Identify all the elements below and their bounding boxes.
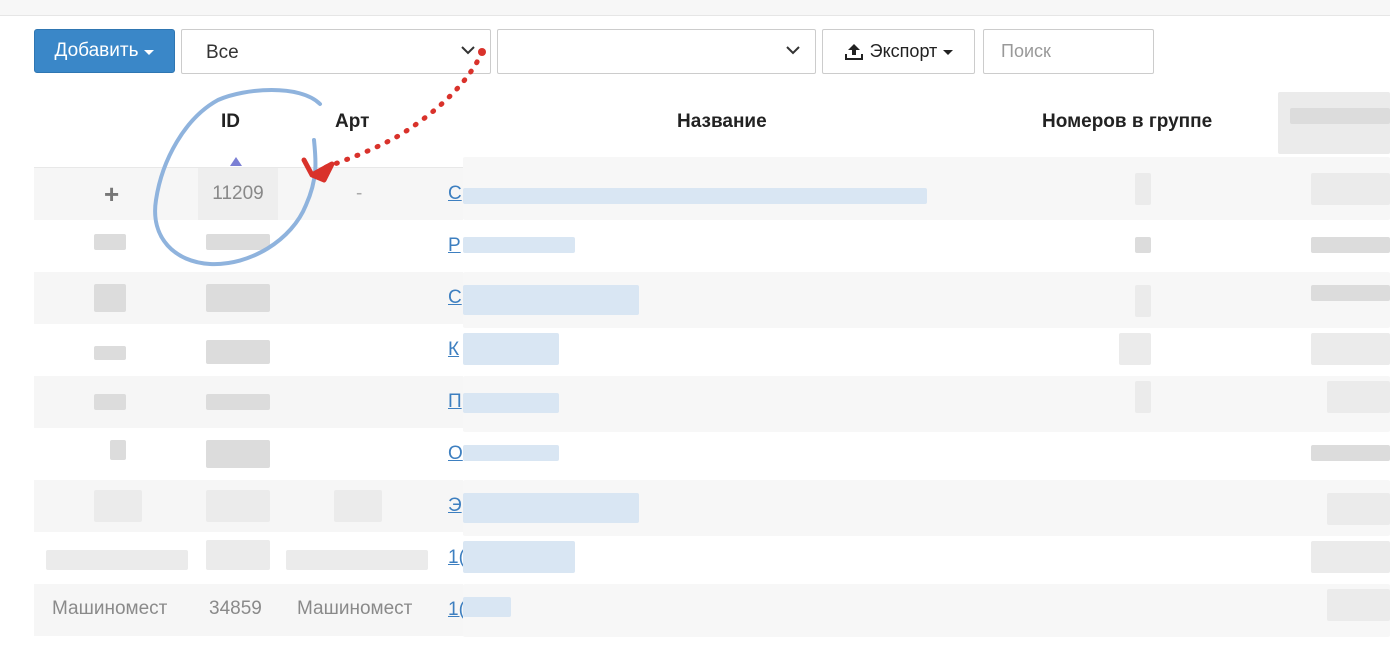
sort-asc-icon [230,157,242,166]
upload-icon [844,43,863,60]
add-button[interactable]: Добавить [34,29,175,73]
row-name-link[interactable]: С [448,272,462,324]
row-name-link[interactable]: С [448,168,462,220]
caret-down-icon [943,50,954,55]
blurred-cell [206,234,270,250]
last-row-col1: Машиномест [52,598,168,619]
row-name-link[interactable]: Э [448,480,462,532]
plus-icon[interactable]: + [104,168,119,220]
export-button[interactable]: Экспорт [822,29,975,74]
chevron-down-icon [461,46,475,55]
last-row-art: Машиномест [297,598,413,619]
blurred-cell [110,440,126,460]
blurred-cell [94,394,126,410]
caret-down-icon [144,49,155,55]
blurred-cell [334,490,382,522]
blurred-cell [286,550,428,570]
search-input[interactable] [983,29,1154,74]
add-button-label: Добавить [54,40,139,61]
row-art: - [356,183,363,204]
group-select[interactable] [497,29,816,74]
row-name-link[interactable]: О [448,428,463,480]
blurred-cell [46,550,188,570]
filter-select-value: Все [206,42,239,63]
blurred-name-region [463,157,1390,637]
column-header-art[interactable]: Арт [335,111,369,133]
header-extra-blurred [1290,108,1390,124]
row-name-link[interactable]: П [448,376,462,428]
blurred-cell [206,284,270,312]
blurred-cell [94,346,126,360]
blurred-cell [94,490,142,522]
filter-select[interactable]: Все [181,29,491,74]
column-header-id[interactable]: ID [221,111,240,133]
export-button-label: Экспорт [869,41,938,61]
blurred-cell [206,440,270,468]
column-header-name[interactable]: Название [677,111,767,133]
row-name-link[interactable]: Р [448,220,461,272]
blurred-cell [94,284,126,312]
blurred-cell [206,394,270,410]
top-strip [0,0,1390,16]
column-header-count[interactable]: Номеров в группе [1042,111,1212,133]
row-id: 11209 [198,168,278,220]
blurred-cell [206,540,270,570]
blurred-cell [206,490,270,522]
last-row-id: 34859 [209,598,262,619]
chevron-down-icon [786,46,800,55]
blurred-cell [94,234,126,250]
row-name-link[interactable]: К [448,324,459,376]
blurred-cell [206,340,270,364]
